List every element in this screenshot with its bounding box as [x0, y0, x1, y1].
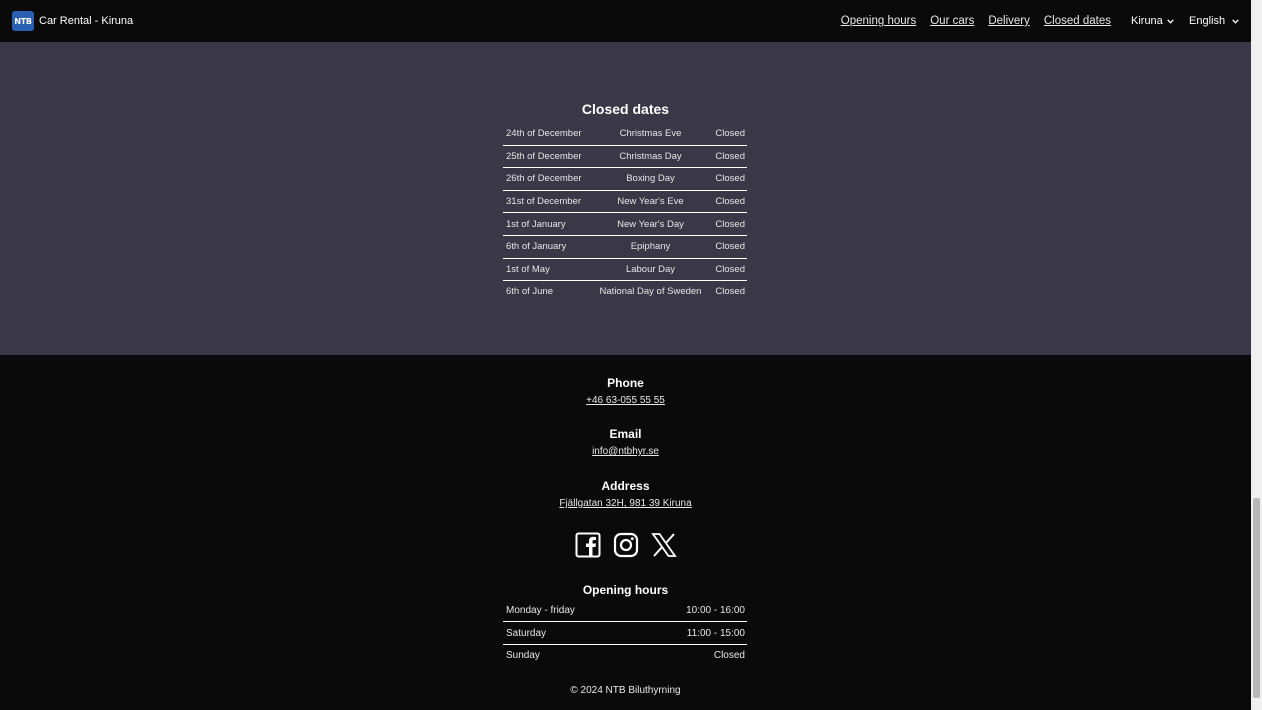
closed-date-row: 31st of December New Year's Eve Closed: [503, 190, 747, 213]
status-cell: Closed: [715, 218, 745, 230]
page: NTB Car Rental - Kiruna Opening hours Ou…: [0, 0, 1251, 710]
closed-date-row: 25th of December Christmas Day Closed: [503, 145, 747, 168]
nav-link-delivery[interactable]: Delivery: [988, 15, 1030, 27]
status-cell: Closed: [715, 241, 745, 253]
closed-date-row: 24th of December Christmas Eve Closed: [503, 123, 747, 146]
address-link[interactable]: Fjällgatan 32H, 981 39 Kiruna: [559, 498, 691, 509]
phone-block: Phone +46 63-055 55 55: [0, 376, 1251, 408]
address-label: Address: [601, 479, 650, 493]
x-icon[interactable]: [650, 532, 677, 558]
holiday-name-cell: National Day of Sweden: [599, 286, 702, 298]
footer: Phone +46 63-055 55 55 Email info@ntbhyr…: [0, 355, 1251, 710]
brand-title[interactable]: Car Rental - Kiruna: [39, 15, 133, 27]
city-dropdown-label: Kiruna: [1131, 15, 1163, 27]
social-links: [0, 532, 1251, 558]
opening-hours-title: Opening hours: [582, 583, 669, 597]
holiday-name-cell: Christmas Day: [619, 150, 682, 162]
nav-links: Opening hours Our cars Delivery Closed d…: [827, 0, 1111, 42]
day-cell: Monday - friday: [506, 605, 575, 617]
closed-date-cell: 6th of June: [506, 286, 554, 298]
closed-date-cell: 31st of December: [506, 196, 581, 208]
navbar: NTB Car Rental - Kiruna Opening hours Ou…: [0, 0, 1251, 42]
closed-date-row: 1st of January New Year's Day Closed: [503, 213, 747, 236]
status-cell: Closed: [715, 173, 745, 185]
email-link[interactable]: info@ntbhyr.se: [592, 446, 659, 457]
opening-hours-row: Monday - friday 10:00 - 16:00: [503, 600, 747, 622]
time-cell: Closed: [713, 649, 745, 661]
address-block: Address Fjällgatan 32H, 981 39 Kiruna: [0, 479, 1251, 511]
closed-date-cell: 6th of January: [506, 241, 567, 253]
day-cell: Sunday: [506, 649, 540, 661]
day-cell: Saturday: [506, 627, 547, 639]
language-dropdown[interactable]: English: [1189, 0, 1239, 42]
holiday-name-cell: Boxing Day: [626, 173, 675, 185]
holiday-name-cell: Christmas Eve: [619, 128, 682, 140]
city-dropdown[interactable]: Kiruna: [1131, 0, 1174, 42]
closed-date-row: 1st of May Labour Day Closed: [503, 258, 747, 281]
opening-hours-table: Monday - friday 10:00 - 16:00 Saturday 11:0…: [503, 600, 747, 666]
opening-hours-row: Sunday Closed: [503, 644, 747, 666]
closed-date-cell: 1st of May: [506, 263, 550, 275]
nav-link-our-cars[interactable]: Our cars: [930, 15, 974, 27]
email-block: Email info@ntbhyr.se: [0, 427, 1251, 459]
brand[interactable]: NTB Car Rental - Kiruna: [12, 11, 133, 31]
holiday-name-cell: New Year's Day: [617, 218, 684, 230]
phone-link[interactable]: +46 63-055 55 55: [586, 395, 665, 406]
holiday-name-cell: New Year's Eve: [617, 196, 684, 208]
status-cell: Closed: [715, 128, 745, 140]
closed-dates-title: Closed dates: [581, 101, 670, 117]
scrollbar-thumb[interactable]: [1253, 498, 1260, 698]
email-label: Email: [609, 427, 642, 441]
closed-date-row: 6th of June National Day of Sweden Closed: [503, 281, 747, 303]
status-cell: Closed: [715, 286, 745, 298]
nav-link-opening-hours[interactable]: Opening hours: [841, 15, 916, 27]
closed-date-row: 26th of December Boxing Day Closed: [503, 168, 747, 191]
status-cell: Closed: [715, 196, 745, 208]
ntb-logo[interactable]: NTB: [12, 11, 34, 31]
holiday-name-cell: Labour Day: [625, 263, 676, 275]
closed-date-cell: 25th of December: [506, 150, 582, 162]
copyright: © 2024 NTB Biluthyrning: [570, 685, 681, 696]
status-cell: Closed: [715, 150, 745, 162]
holiday-name-cell: Epiphany: [630, 241, 671, 253]
closed-dates-section: Closed dates 24th of December Christmas E…: [0, 42, 1251, 355]
nav-link-closed-dates[interactable]: Closed dates: [1044, 15, 1111, 27]
language-dropdown-label: English: [1189, 15, 1226, 27]
instagram-icon[interactable]: [613, 532, 639, 558]
status-cell: Closed: [715, 263, 745, 275]
chevron-down-icon: [1232, 15, 1239, 27]
time-cell: 10:00 - 16:00: [686, 605, 745, 617]
closed-date-cell: 24th of December: [506, 128, 582, 140]
scrollbar[interactable]: [1251, 0, 1262, 710]
closed-date-cell: 26th of December: [506, 173, 582, 185]
facebook-icon[interactable]: [575, 532, 601, 558]
closed-date-cell: 1st of January: [506, 218, 566, 230]
closed-date-row: 6th of January Epiphany Closed: [503, 235, 747, 259]
chevron-down-icon: [1167, 15, 1174, 27]
phone-label: Phone: [607, 376, 644, 390]
closed-dates-table: 24th of December Christmas Eve Closed 25th …: [503, 123, 747, 303]
opening-hours-row: Saturday 11:00 - 15:00: [503, 622, 747, 645]
time-cell: 11:00 - 15:00: [686, 627, 745, 639]
